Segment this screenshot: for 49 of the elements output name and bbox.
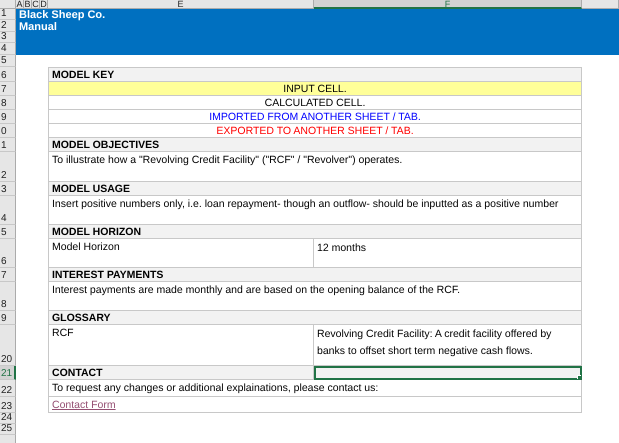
key-cell: INPUT CELL. [48, 82, 582, 96]
row-header[interactable]: 20 [0, 325, 16, 366]
document-title: Manual [19, 22, 57, 33]
table-cell: To request any changes or additional explainations, please contact us: [48, 380, 582, 397]
row-header[interactable]: 23 [0, 397, 16, 413]
section-header: GLOSSARY [48, 311, 582, 325]
row-header[interactable]: 24 [0, 413, 16, 424]
row-header[interactable]: 2 [0, 20, 16, 32]
section-header: MODEL HORIZON [48, 225, 582, 239]
row-header[interactable]: 4 [0, 196, 16, 225]
company-name: Black Sheep Co. [19, 10, 106, 22]
row-header[interactable]: 8 [0, 282, 16, 311]
row-header[interactable]: 22 [0, 380, 16, 397]
row-header[interactable]: 6 [0, 239, 16, 268]
row-header[interactable]: 25 [0, 424, 16, 435]
column-header[interactable]: C [32, 0, 40, 9]
row-header[interactable]: 3 [0, 32, 16, 43]
column-header[interactable]: B [24, 0, 32, 9]
contact-form-link[interactable]: Contact Form [52, 399, 116, 411]
row-header[interactable]: 5 [0, 55, 16, 67]
row-header[interactable]: 5 [0, 225, 16, 239]
column-header[interactable]: D [40, 0, 48, 9]
row-header[interactable]: 1 [0, 9, 16, 20]
row-header[interactable]: 1 [0, 138, 16, 152]
select-all-corner[interactable] [0, 0, 16, 9]
table-cell[interactable] [314, 366, 582, 380]
section-header: MODEL USAGE [48, 182, 582, 196]
column-header[interactable]: A [16, 0, 24, 9]
section-header: INTEREST PAYMENTS [48, 268, 582, 282]
section-header: CONTACT [48, 366, 314, 380]
column-header[interactable]: F [314, 0, 582, 9]
row-header[interactable]: 8 [0, 96, 16, 110]
row-header[interactable]: 0 [0, 124, 16, 138]
key-cell: CALCULATED CELL. [48, 96, 582, 110]
section-header: MODEL KEY [48, 67, 582, 82]
row-header[interactable]: 9 [0, 110, 16, 124]
row-header[interactable]: 7 [0, 82, 16, 96]
row-header[interactable]: 9 [0, 311, 16, 325]
row-header[interactable]: 3 [0, 182, 16, 196]
section-header: MODEL OBJECTIVES [48, 138, 582, 152]
key-cell: IMPORTED FROM ANOTHER SHEET / TAB. [48, 110, 582, 124]
row-header[interactable]: 6 [0, 67, 16, 82]
column-header[interactable] [582, 0, 619, 9]
key-cell: EXPORTED TO ANOTHER SHEET / TAB. [48, 124, 582, 138]
row-header[interactable]: 21 [0, 366, 16, 380]
row-header[interactable]: 7 [0, 268, 16, 282]
row-header[interactable]: 2 [0, 152, 16, 182]
column-header[interactable]: E [48, 0, 314, 9]
row-header[interactable]: 4 [0, 43, 16, 55]
